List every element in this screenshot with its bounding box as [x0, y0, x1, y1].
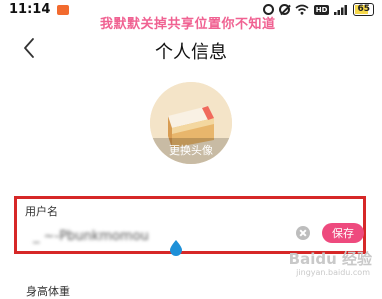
hd-icon: HD — [313, 4, 330, 15]
text-cursor-handle-icon[interactable] — [169, 240, 183, 256]
status-icons: HD 65 — [262, 3, 374, 16]
mute-icon — [278, 4, 290, 15]
clear-icon[interactable] — [296, 226, 310, 240]
username-input[interactable] — [31, 225, 285, 247]
signal-icon — [334, 5, 348, 15]
wifi-icon — [295, 4, 309, 15]
username-field: 用户名 保存 — [14, 196, 366, 256]
baidu-watermark: Baidu 经验 jingyan.baidu.com — [268, 248, 378, 288]
username-label: 用户名 — [25, 205, 58, 218]
status-time: 11:14 — [9, 2, 51, 17]
baidu-logo: Baidu 经验 — [288, 250, 372, 268]
change-avatar-label[interactable]: 更换头像 — [150, 142, 232, 158]
watermark-top-text: 我默默关掉共享位置你不知道 — [100, 17, 276, 32]
app-notification-icon — [57, 5, 69, 15]
avatar[interactable]: 更换头像 — [150, 82, 232, 164]
baidu-url: jingyan.baidu.com — [296, 268, 370, 277]
height-weight-label: 身高体重 — [26, 285, 70, 298]
nav-bar: 个人信息 — [0, 34, 382, 64]
battery-icon: 65 — [353, 3, 374, 16]
save-button[interactable]: 保存 — [322, 223, 364, 243]
page-title: 个人信息 — [155, 42, 227, 63]
